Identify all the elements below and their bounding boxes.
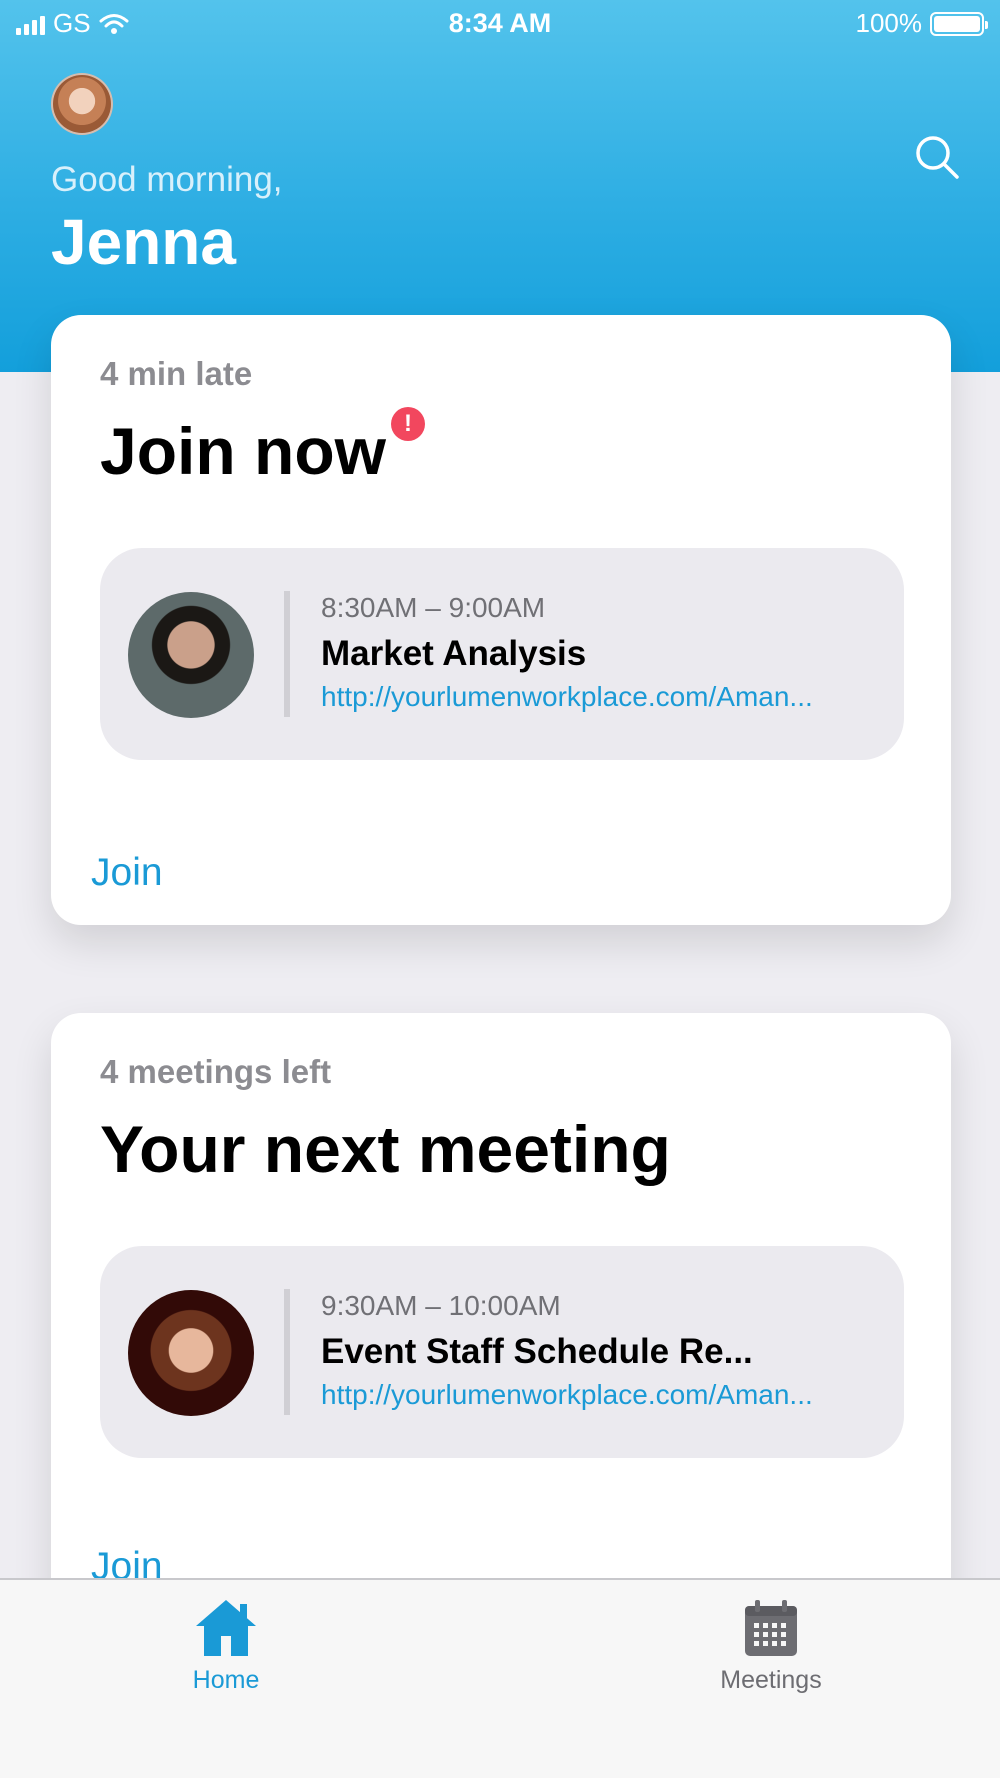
search-icon: [916, 136, 959, 179]
divider: [284, 1289, 290, 1415]
meeting-title: Event Staff Schedule Re...: [321, 1332, 753, 1371]
meeting-link[interactable]: http://yourlumenworkplace.com/Aman...: [321, 1379, 813, 1411]
status-bar: GS 8:34 AM 100%: [0, 0, 1000, 48]
user-name: Jenna: [51, 206, 236, 278]
divider: [284, 591, 290, 717]
meeting-link[interactable]: http://yourlumenworkplace.com/Aman...: [321, 681, 813, 713]
status-time: 8:34 AM: [448, 8, 552, 38]
tab-meetings-label: Meetings: [720, 1666, 822, 1694]
battery-fill: [934, 15, 980, 32]
home-icon: [196, 1600, 256, 1656]
card-title: Join now: [100, 414, 386, 488]
meeting-title: Market Analysis: [321, 634, 587, 673]
tab-bar: Home Meetings: [0, 1578, 1000, 1778]
meeting-tile[interactable]: 9:30AM – 10:00AM Event Staff Schedule Re…: [100, 1246, 904, 1458]
host-avatar: [128, 592, 254, 718]
calendar-icon: [745, 1600, 797, 1656]
join-now-card: 4 min late Join now ! 8:30AM – 9:00AM Ma…: [51, 315, 951, 925]
meetings-left: 4 meetings left: [100, 1053, 332, 1090]
search-button[interactable]: [912, 132, 962, 182]
alert-badge: !: [391, 407, 425, 441]
tab-home-label: Home: [192, 1666, 260, 1694]
status-right: 100%: [855, 8, 988, 39]
greeting-text: Good morning,: [51, 160, 283, 199]
join-button[interactable]: Join: [91, 851, 163, 895]
home-screen: GS 8:34 AM 100% Good morning, Jenna 4 mi…: [0, 0, 1000, 1778]
meeting-tile[interactable]: 8:30AM – 9:00AM Market Analysis http://y…: [100, 548, 904, 760]
user-avatar[interactable]: [51, 73, 113, 135]
meeting-time: 8:30AM – 9:00AM: [321, 592, 546, 623]
card-title: Your next meeting: [100, 1112, 671, 1186]
late-status: 4 min late: [100, 355, 253, 392]
battery-icon: [930, 11, 988, 36]
tab-home[interactable]: Home: [136, 1598, 316, 1695]
tab-meetings[interactable]: Meetings: [681, 1598, 861, 1695]
battery-percent: 100%: [855, 8, 923, 38]
host-avatar: [128, 1290, 254, 1416]
meeting-time: 9:30AM – 10:00AM: [321, 1290, 561, 1321]
